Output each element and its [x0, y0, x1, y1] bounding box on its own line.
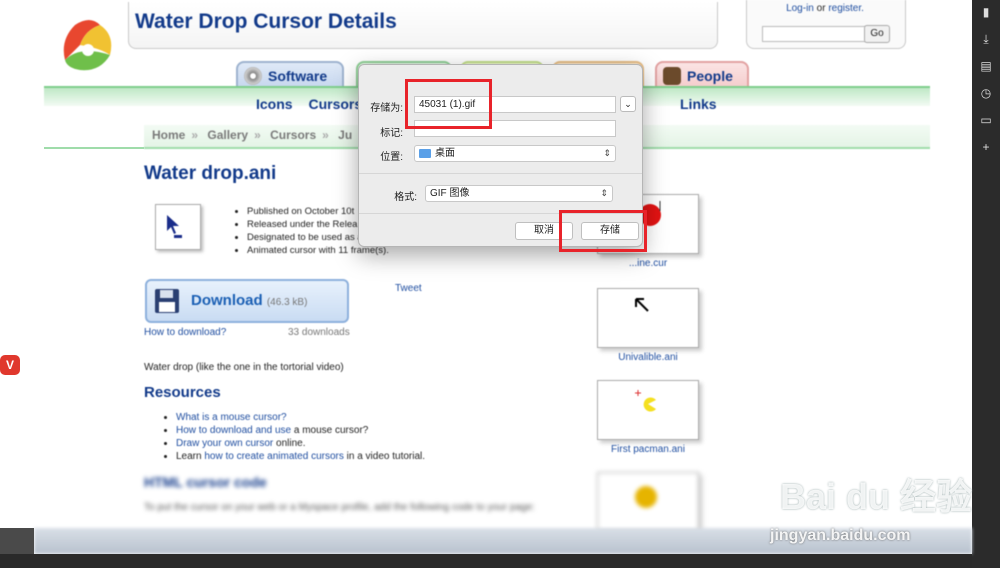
resource-link[interactable]: How to download and use — [176, 425, 291, 436]
bookmark-icon[interactable]: ▮ — [979, 5, 993, 19]
site-title: Water Drop Cursor Details — [135, 10, 397, 33]
related-card-label[interactable]: ...ine.cur — [598, 258, 698, 269]
breadcrumb-separator: » — [254, 128, 261, 142]
resources-heading: Resources — [144, 384, 221, 401]
nav-icons[interactable]: Icons — [256, 96, 293, 112]
watermark-url: jingyan.baidu.com — [770, 527, 911, 544]
breadcrumb-current: Ju — [338, 128, 353, 142]
pacman-cursor-icon — [635, 390, 656, 412]
floppy-disk-icon — [155, 289, 179, 313]
html-code-description: To put the cursor on your web or a Myspa… — [144, 502, 535, 513]
login-link[interactable]: Log-in — [786, 3, 814, 14]
location-select[interactable]: 桌面 ⇕ — [414, 145, 616, 162]
resource-text: Learn — [176, 451, 205, 462]
resource-link[interactable]: Draw your own cursor — [176, 438, 273, 449]
breadcrumb: Home » Gallery » Cursors » Ju — [152, 128, 352, 142]
download-count: 33 downloads — [288, 327, 350, 338]
breadcrumb-separator: » — [191, 128, 199, 142]
tags-label: 标记: — [380, 128, 403, 139]
annotation-highlight-save — [559, 210, 647, 252]
cd-icon — [244, 67, 262, 85]
resource-text: a mouse cursor? — [291, 425, 369, 436]
tweet-link[interactable]: Tweet — [395, 283, 422, 294]
download-label: Download — [191, 292, 263, 309]
related-card[interactable] — [597, 472, 699, 532]
chevron-down-icon: ⌄ — [624, 99, 632, 109]
updown-chevron-icon: ⇕ — [603, 148, 611, 158]
download-button[interactable]: Download (46.3 kB) — [145, 279, 349, 323]
annotation-highlight-filename — [405, 79, 492, 129]
smiley-cursor-icon — [635, 486, 657, 508]
folder-icon — [419, 148, 431, 158]
resource-link[interactable]: What is a mouse cursor? — [176, 412, 287, 423]
dialog-divider — [359, 173, 642, 174]
login-line: Log-in or register. — [760, 3, 890, 14]
site-logo[interactable] — [55, 10, 120, 75]
person-icon — [663, 67, 681, 85]
breadcrumb-cursors[interactable]: Cursors — [270, 128, 316, 142]
arrow-cursor-icon — [635, 298, 649, 312]
download-size: (46.3 kB) — [266, 297, 308, 308]
cursor-description: Water drop (like the one in the tortoria… — [144, 362, 344, 373]
cursor-preview — [155, 204, 201, 250]
arrow-cursor-icon — [167, 215, 182, 238]
html-code-heading: HTML cursor code — [144, 474, 267, 490]
location-value: 桌面 — [435, 148, 455, 159]
tab-people[interactable]: People — [655, 61, 749, 89]
resource-item: Draw your own cursor online. — [176, 437, 425, 450]
breadcrumb-gallery[interactable]: Gallery — [207, 128, 248, 142]
related-card[interactable]: First pacman.ani — [597, 380, 699, 455]
breadcrumb-home[interactable]: Home — [152, 128, 185, 142]
resource-item: Learn how to create animated cursors in … — [176, 450, 425, 463]
status-corner — [0, 528, 34, 554]
add-panel-icon[interactable]: + — [979, 140, 993, 154]
status-bar — [0, 554, 972, 568]
breadcrumb-separator: » — [322, 128, 329, 142]
location-label: 位置: — [380, 152, 403, 163]
main-nav: Icons Cursors — [256, 96, 374, 112]
related-card[interactable]: Univalible.ani — [597, 288, 699, 363]
download-icon[interactable]: ⤓ — [979, 32, 993, 46]
format-select[interactable]: GIF 图像 ⇕ — [425, 185, 613, 202]
search-input[interactable] — [762, 26, 868, 42]
login-or-text: or — [816, 3, 826, 14]
resource-item: What is a mouse cursor? — [176, 411, 425, 424]
watermark-logo: Bai du 经验 — [780, 476, 973, 517]
tab-software[interactable]: Software — [236, 61, 344, 89]
related-card-label[interactable]: Univalible.ani — [598, 352, 698, 363]
nav-cursors[interactable]: Cursors — [308, 96, 362, 112]
vivaldi-icon[interactable]: V — [0, 355, 20, 375]
notes-icon[interactable]: ▤ — [979, 59, 993, 73]
go-button[interactable]: Go — [864, 25, 890, 43]
resource-text: in a video tutorial. — [343, 451, 426, 462]
nav-links[interactable]: Links — [680, 96, 717, 112]
expand-dialog-button[interactable]: ⌄ — [620, 96, 636, 112]
how-to-download-link[interactable]: How to download? — [144, 327, 226, 338]
format-label: 格式: — [394, 192, 417, 203]
page-title: Water drop.ani — [144, 163, 277, 184]
history-icon[interactable]: ◷ — [979, 86, 993, 100]
resources-list: What is a mouse cursor? How to download … — [164, 411, 425, 463]
register-link[interactable]: register. — [828, 3, 864, 14]
resource-link[interactable]: how to create animated cursors — [204, 451, 344, 462]
resource-text: online. — [273, 438, 306, 449]
related-card-label[interactable]: First pacman.ani — [598, 444, 698, 455]
format-value: GIF 图像 — [430, 188, 470, 199]
divider — [44, 147, 144, 149]
save-as-label: 存储为: — [370, 103, 403, 114]
resource-item: How to download and use a mouse cursor? — [176, 424, 425, 437]
window-icon[interactable]: ▭ — [979, 113, 993, 127]
updown-chevron-icon: ⇕ — [600, 188, 608, 198]
